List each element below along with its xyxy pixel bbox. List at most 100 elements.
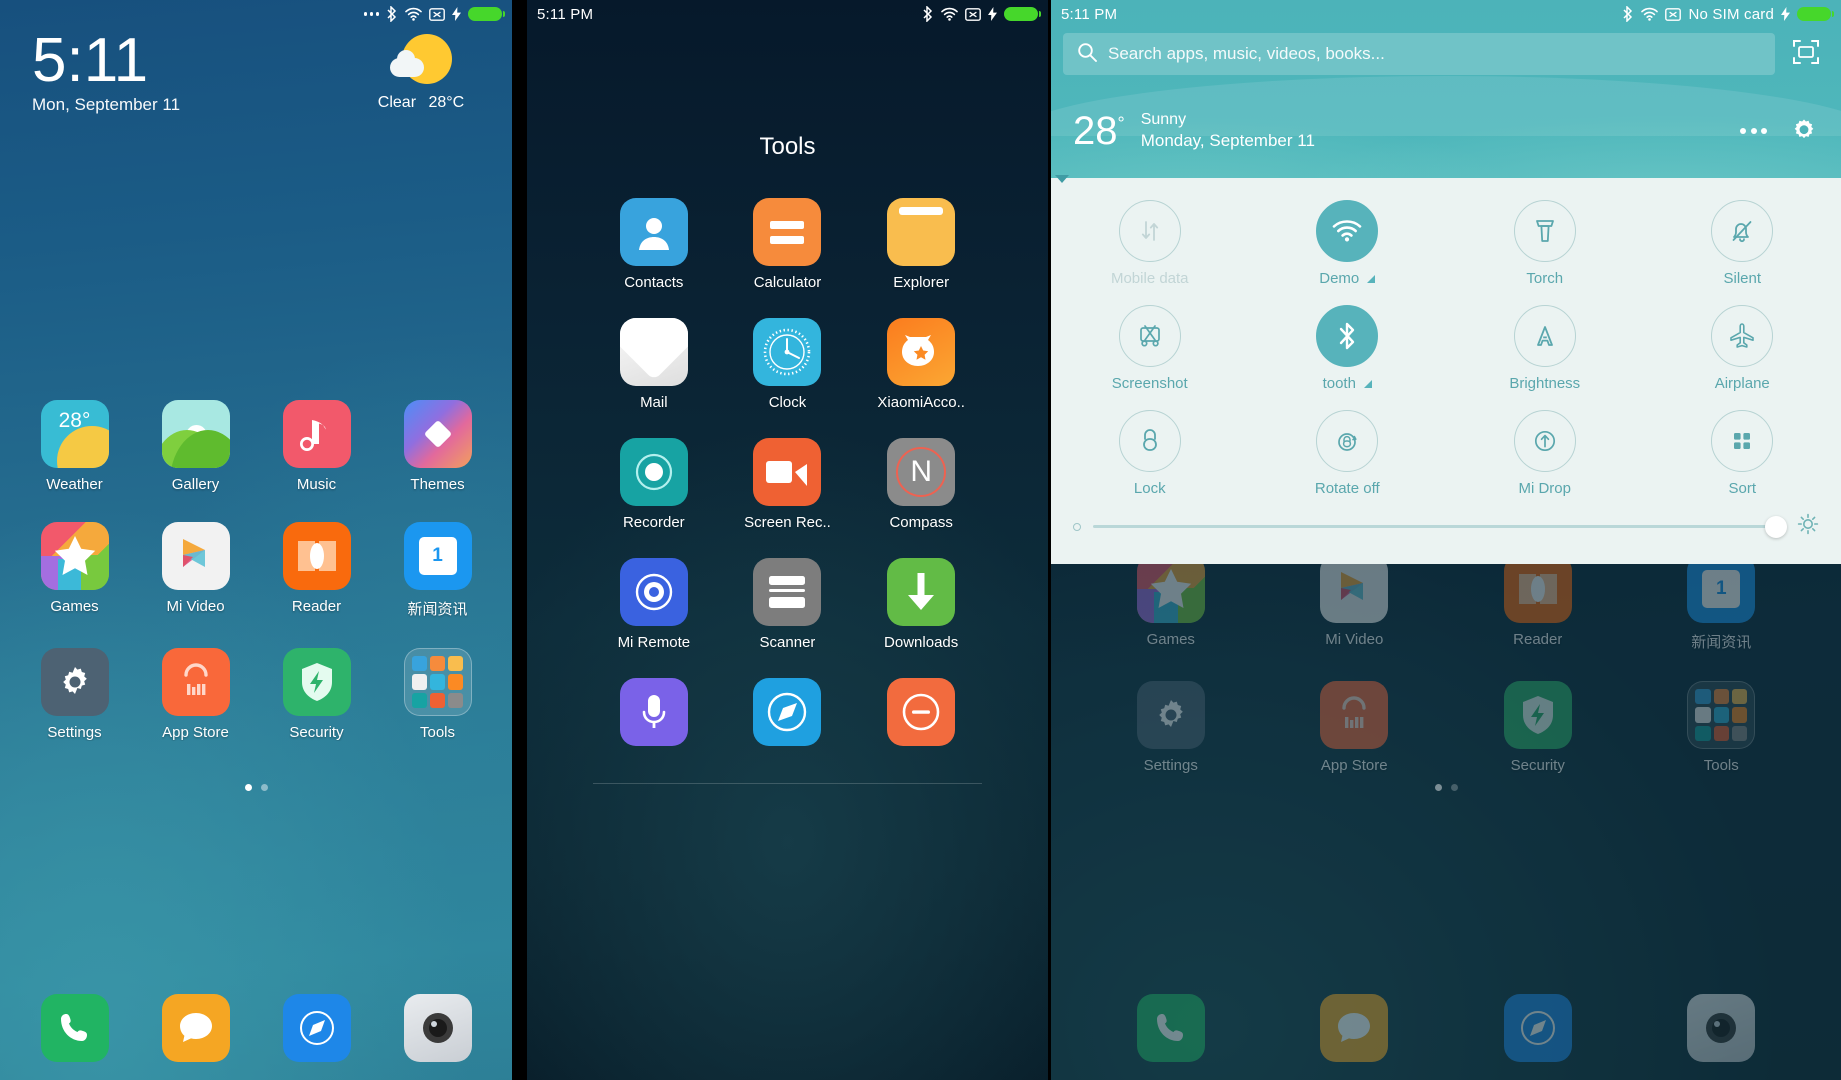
app-label: Clock <box>768 394 807 411</box>
dock-app-camera[interactable] <box>403 994 472 1062</box>
page-dot-1[interactable] <box>244 784 252 791</box>
toggle-torch[interactable]: Torch <box>1446 200 1644 287</box>
toggle-label-row: Demo <box>1319 270 1376 287</box>
app-scanner[interactable]: Scanner <box>753 558 822 651</box>
themes-icon <box>403 400 472 468</box>
mail-envelope-icon <box>619 318 688 386</box>
app-mi-remote[interactable]: Mi Remote <box>618 558 690 651</box>
app-xiaomi-account[interactable]: XiaomiAcco.. <box>877 318 965 411</box>
tools-folder-icon <box>1687 681 1756 749</box>
search-input[interactable]: Search apps, music, videos, books... <box>1063 33 1775 75</box>
app-gallery[interactable]: Gallery <box>135 400 256 493</box>
app-explorer[interactable]: Explorer <box>887 198 956 291</box>
toggle-silent[interactable]: Silent <box>1644 200 1841 287</box>
calculator-icon <box>753 198 822 266</box>
voice-assistant-icon <box>619 678 688 746</box>
app-games[interactable]: Games <box>14 522 135 619</box>
app-weather[interactable]: 28° Weather <box>14 400 135 493</box>
toggle-wifi[interactable]: Demo <box>1249 200 1447 287</box>
status-bar-home <box>0 0 512 28</box>
app-themes[interactable]: Themes <box>377 400 498 493</box>
brightness-slider-row <box>1051 497 1841 554</box>
status-bar-shade: 5:11 PM No SIM card <box>1051 0 1841 28</box>
folder-title[interactable]: Tools <box>527 133 1048 161</box>
app-reader[interactable]: Reader <box>256 522 377 619</box>
search-icon <box>1077 42 1097 67</box>
app-label: Reader <box>1513 631 1563 648</box>
app-recorder[interactable]: Recorder <box>619 438 688 531</box>
app-feedback[interactable] <box>887 678 956 754</box>
app-voice-assistant[interactable] <box>619 678 688 754</box>
app-mail[interactable]: Mail <box>619 318 688 411</box>
chevron-expand-icon[interactable] <box>1363 379 1372 388</box>
battery-icon <box>468 7 505 21</box>
toggle-airplane[interactable]: Airplane <box>1644 305 1841 392</box>
folder-app-grid: Contacts Calculator Explorer Mail Clock … <box>527 198 1048 754</box>
bg-app-security: Security <box>1446 681 1630 774</box>
app-settings[interactable]: Settings <box>14 648 135 741</box>
app-store-icon <box>1320 681 1389 749</box>
shade-weather-row[interactable]: 28° Sunny Monday, September 11 <box>1051 100 1841 162</box>
app-clock[interactable]: Clock <box>753 318 822 411</box>
gallery-icon <box>161 400 230 468</box>
app-contacts[interactable]: Contacts <box>619 198 688 291</box>
toggle-lock[interactable]: Lock <box>1051 410 1249 497</box>
clock-widget[interactable]: 5:11 Mon, September 11 <box>32 28 180 115</box>
app-compass[interactable]: N Compass <box>887 438 956 531</box>
toggle-mobile-data[interactable]: Mobile data <box>1051 200 1249 287</box>
toggle-rotate-off[interactable]: Rotate off <box>1249 410 1447 497</box>
folder-mini-mail <box>411 674 427 690</box>
app-calculator[interactable]: Calculator <box>753 198 822 291</box>
screenshot-stage: 5:11 Mon, September 11 Clear 28°C 28° We… <box>0 0 1841 1080</box>
background-dock <box>1051 994 1841 1062</box>
app-label: Tools <box>1703 757 1739 774</box>
weather-widget-text: Clear 28°C <box>374 94 468 112</box>
quick-settings-grid: Mobile data Demo Torch Silent Screenshot… <box>1051 200 1841 497</box>
app-screen-recorder[interactable]: Screen Rec.. <box>744 438 831 531</box>
toggle-label-row: Brightness <box>1509 375 1580 392</box>
gear-icon[interactable] <box>1789 114 1819 149</box>
toggle-screenshot[interactable]: Screenshot <box>1051 305 1249 392</box>
contacts-icon <box>619 198 688 266</box>
toggle-sort[interactable]: Sort <box>1644 410 1841 497</box>
weather-widget[interactable]: Clear 28°C <box>356 34 486 112</box>
toggle-mi-drop[interactable]: Mi Drop <box>1446 410 1644 497</box>
toggle-bluetooth[interactable]: tooth <box>1249 305 1447 392</box>
brightness-slider[interactable] <box>1093 515 1787 538</box>
qr-scan-icon[interactable] <box>1791 37 1825 71</box>
app-browser-compass[interactable] <box>753 678 822 754</box>
brightness-slider-knob[interactable] <box>1765 515 1787 538</box>
more-dots-icon[interactable] <box>1740 128 1767 134</box>
shade-weather-date: Monday, September 11 <box>1140 131 1315 151</box>
app-security[interactable]: Security <box>256 648 377 741</box>
clock-date: Mon, September 11 <box>32 95 181 115</box>
mi-drop-icon <box>1513 410 1576 472</box>
dock-app-phone[interactable] <box>40 994 109 1062</box>
bluetooth-icon <box>922 6 934 22</box>
toggle-label-row: tooth <box>1323 375 1372 392</box>
app-label: 新闻资讯 <box>407 601 468 618</box>
folder-mini-clock <box>429 674 446 690</box>
search-placeholder: Search apps, music, videos, books... <box>1108 44 1385 63</box>
folder-mini-calculator <box>429 656 446 672</box>
panel-divider-1 <box>512 0 527 1080</box>
toggle-brightness[interactable]: Brightness <box>1446 305 1644 392</box>
app-mi-video[interactable]: Mi Video <box>135 522 256 619</box>
app-tools-folder[interactable]: Tools <box>377 648 498 741</box>
chevron-expand-icon[interactable] <box>1367 274 1376 283</box>
toggle-label: Demo <box>1319 270 1360 287</box>
app-downloads[interactable]: Downloads <box>884 558 958 651</box>
bg-dock-phone <box>1136 994 1205 1062</box>
browser-icon <box>1503 994 1572 1062</box>
folder-mini-xiaomi <box>448 674 464 690</box>
browser-compass-icon <box>753 678 822 746</box>
news-icon-badge: 1 <box>418 537 457 575</box>
page-dot-2[interactable] <box>260 784 268 791</box>
app-music[interactable]: Music <box>256 400 377 493</box>
app-news[interactable]: 1 新闻资讯 <box>377 522 498 619</box>
app-app-store[interactable]: App Store <box>135 648 256 741</box>
dock-app-browser[interactable] <box>282 994 351 1062</box>
dock-app-messaging[interactable] <box>161 994 230 1062</box>
app-label: Weather <box>46 476 103 493</box>
security-shield-icon <box>282 648 351 716</box>
